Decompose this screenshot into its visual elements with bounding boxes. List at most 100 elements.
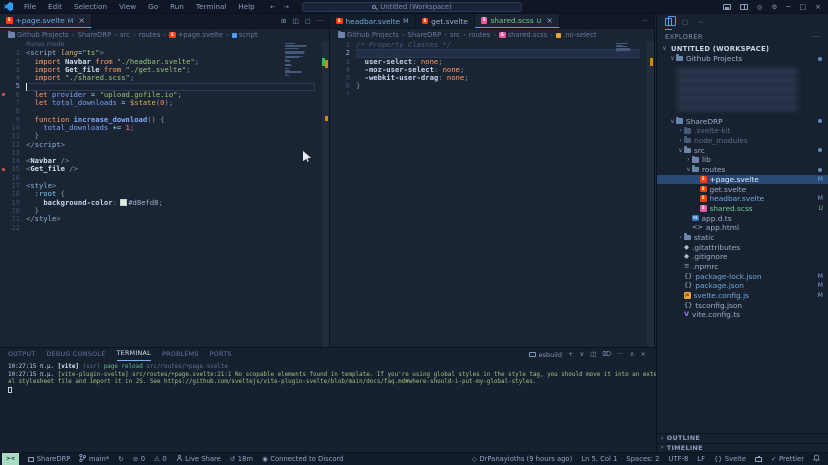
error-count[interactable]: ⊘0 [133,455,145,463]
account-icon[interactable]: ◎ [757,4,763,11]
warning-count[interactable]: ⚠0 [154,455,167,463]
breadcrumb-item[interactable]: src [120,31,130,39]
back-arrow-icon[interactable]: ← [270,4,275,11]
split-terminal-icon[interactable]: ◫ [590,351,596,358]
timer[interactable]: ↺18m [230,455,253,463]
kill-terminal-icon[interactable]: ⌦ [602,351,611,358]
breadcrumb-item[interactable]: Github Projects [8,31,69,39]
git-branch[interactable]: main* [79,454,109,464]
breadcrumb-item[interactable]: Sshared.scss [499,31,547,39]
twisty-icon[interactable]: › [677,127,684,134]
explorer-item-github projects[interactable]: ∨Github Projects [657,54,828,64]
feedback[interactable] [755,457,762,462]
close-panel-icon[interactable]: × [641,351,646,358]
explorer-item-untitled (workspace)[interactable]: ∨UNTITLED (WORKSPACE) [657,44,828,54]
notifications-bell[interactable] [813,454,820,464]
close-button[interactable]: × [815,3,821,11]
line-number-gutter[interactable]: 12345678910111213141516171819202122 [0,41,26,347]
more-icon[interactable]: ··· [618,351,624,358]
explorer-item-routes[interactable]: ∨routes [657,165,828,175]
panel-tab-ports[interactable]: PORTS [210,351,232,358]
menu-edit[interactable]: Edit [43,0,67,14]
explorer-item-static[interactable]: ›static [657,233,828,243]
explorer-icon[interactable] [665,18,672,26]
section-outline[interactable]: ›OUTLINE [657,433,828,443]
explorer-item-lib[interactable]: ›lib [657,155,828,165]
menu-view[interactable]: View [114,0,141,14]
explorer-item-tsconfig.json[interactable]: {}tsconfig.json [657,300,828,310]
sidebar-view-editor-layout[interactable]: ▢ [682,14,688,30]
more-icon[interactable]: ··· [642,18,648,25]
twisty-icon[interactable]: ∨ [685,166,692,173]
minimap[interactable] [285,43,317,77]
close-tab-icon[interactable]: × [78,16,85,25]
restore-button[interactable]: □ [800,3,807,11]
live-share[interactable]: Live Share [176,454,221,464]
code-area[interactable]: 12345678910111213141516171819202122Runes… [0,41,329,347]
explorer-item-node_modules[interactable]: ›node_modules [657,136,828,146]
menu-terminal[interactable]: Terminal [191,0,231,14]
breadcrumb-item[interactable]: ShareDRP [78,31,112,39]
prettier-status[interactable]: ✓Prettier [771,455,804,463]
breadcrumb-item[interactable]: src [450,31,460,39]
breadcrumb-item[interactable]: S+page.svelte [169,31,223,39]
open-changes-icon[interactable]: ⊞ [281,18,286,25]
menu-selection[interactable]: Selection [69,0,112,14]
twisty-icon[interactable]: ∨ [661,45,668,52]
minimap[interactable] [616,43,642,54]
customize-layout-icon[interactable] [740,4,748,10]
discord-status[interactable]: ◉Connected to Discord [262,455,343,463]
more-actions-icon[interactable]: ··· [813,33,821,41]
explorer-item-svelte.config.js[interactable]: JSsvelte.config.jsM [657,291,828,301]
explorer-item-get.svelte[interactable]: Sget.svelte [657,184,828,194]
code-content[interactable]: Runes mode<script lang="ts"> import Navb… [26,41,329,347]
menu-file[interactable]: File [19,0,41,14]
twisty-icon[interactable]: ∨ [669,55,676,62]
terminal-process[interactable]: esbuild [529,351,562,359]
breadcrumb-item[interactable]: Github Projects [338,31,399,39]
line-number-gutter[interactable]: 1234567 [330,41,356,347]
explorer-item-shared.scss[interactable]: Sshared.scssU [657,204,828,214]
scrollbar[interactable] [647,41,654,347]
explorer-item-vite.config.ts[interactable]: Vvite.config.ts [657,310,828,320]
minimize-button[interactable]: ─ [786,3,790,11]
explorer-item-sharedrp[interactable]: ∨ShareDRP [657,116,828,126]
terminal-output[interactable]: 10:27:15 π.μ. [vite] (ssr) page reload s… [0,361,656,395]
workspace-indicator[interactable]: ShareDRP [28,455,70,463]
bell-icon[interactable] [813,454,820,464]
close-tab-icon[interactable]: × [546,16,553,25]
gear-icon[interactable]: ⚙ [771,4,777,11]
indentation[interactable]: Spaces: 2 [626,455,659,463]
maximize-panel-icon[interactable]: ∧ [630,351,635,358]
twisty-icon[interactable]: › [685,156,692,163]
git-blame[interactable]: ◇DrPanayioths (9 hours ago) [472,455,572,463]
language-mode[interactable]: {}Svelte [714,455,746,463]
explorer-item-headbar.svelte[interactable]: Sheadbar.svelteM [657,194,828,204]
split-editor-icon[interactable]: ◫ [292,18,298,25]
new-terminal-icon[interactable]: + [568,351,573,358]
explorer-item-.gitignore[interactable]: ◆.gitignore [657,252,828,262]
forward-arrow-icon[interactable]: → [283,4,288,11]
more-icon[interactable]: ··· [317,18,323,25]
panel-tab-debug-console[interactable]: DEBUG CONSOLE [46,351,105,358]
twisty-icon[interactable]: › [677,137,684,144]
tab-headbar.svelte[interactable]: Sheadbar.svelteM [330,14,416,28]
breadcrumb-item[interactable]: script [232,31,258,39]
toggle-layout-icon[interactable]: ▢ [305,18,311,25]
scrollbar[interactable] [322,41,329,347]
command-center-search[interactable]: Untitled (Workspace) [302,2,522,12]
explorer-item-+page.svelte[interactable]: S+page.svelteM [657,175,828,185]
explorer-item-src[interactable]: ∨src [657,145,828,155]
eol[interactable]: LF [697,455,705,463]
section-timeline[interactable]: ›TIMELINE [657,443,828,453]
cursor-position[interactable]: Ln 5, Col 1 [581,455,617,463]
code-content[interactable]: /* Property Classes */.no-select { user-… [356,41,654,347]
explorer-item-.svelte-kit[interactable]: ›.svelte-kit [657,126,828,136]
explorer-item-.npmrc[interactable]: ≡.npmrc [657,262,828,272]
menu-help[interactable]: Help [233,0,259,14]
panel-tab-terminal[interactable]: TERMINAL [117,348,151,361]
breadcrumb-item[interactable]: ShareDRP [408,31,442,39]
explorer-item-.gitattributes[interactable]: ◆.gitattributes [657,242,828,252]
panel-tab-problems[interactable]: PROBLEMS [162,351,199,358]
explorer-item-app.d.ts[interactable]: TSapp.d.ts [657,213,828,223]
